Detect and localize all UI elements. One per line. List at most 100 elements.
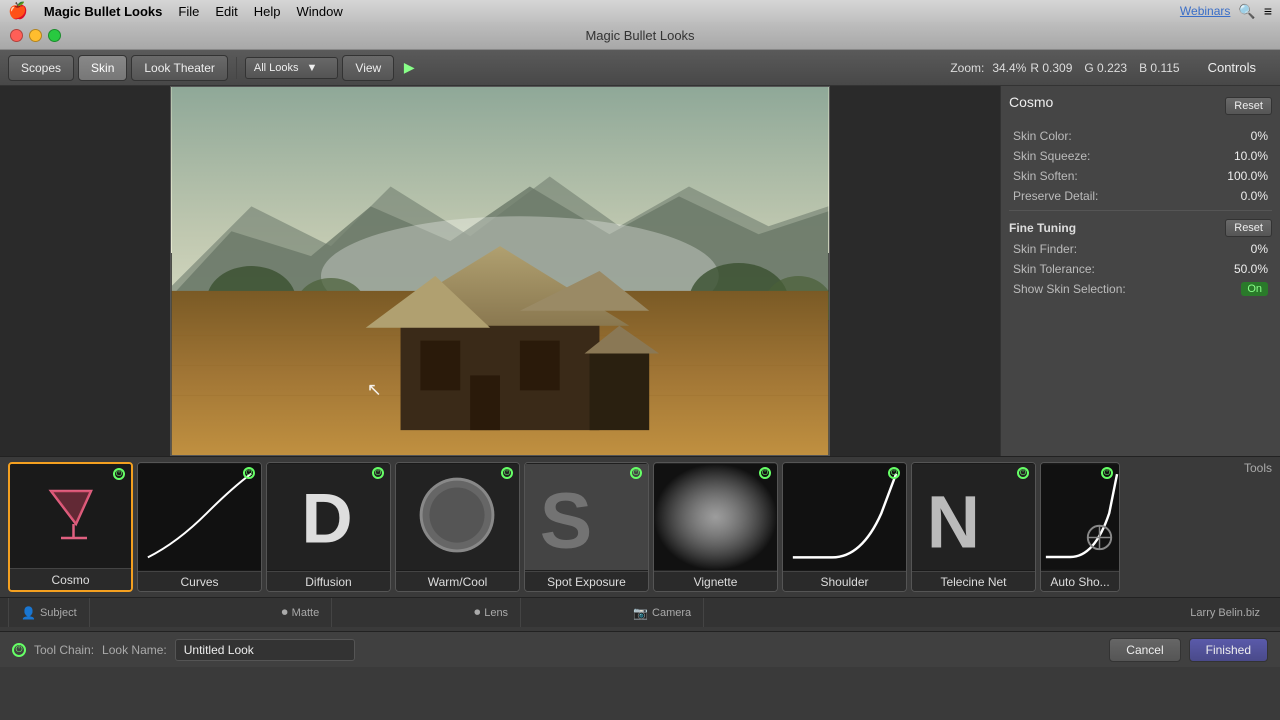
apple-menu[interactable]: 🍎: [8, 1, 28, 21]
effect-card-warm-cool[interactable]: ⏻ Warm/Cool: [395, 462, 520, 592]
help-menu[interactable]: Help: [254, 4, 281, 19]
show-skin-selection-value[interactable]: On: [1241, 282, 1268, 296]
fine-tuning-reset-button[interactable]: Reset: [1225, 219, 1272, 237]
spot-exposure-label: Spot Exposure: [525, 571, 648, 591]
cosmo-power[interactable]: ⏻: [113, 468, 125, 480]
skin-finder-label: Skin Finder:: [1013, 242, 1077, 256]
watermark-label: Larry Belin.biz: [1190, 607, 1260, 619]
r-value: R 0.309: [1030, 61, 1072, 75]
edit-menu[interactable]: Edit: [215, 4, 237, 19]
diffusion-label: Diffusion: [267, 571, 390, 591]
curves-thumbnail: [138, 463, 261, 571]
status-buttons: Cancel Finished: [1109, 638, 1268, 662]
effect-card-diffusion[interactable]: ⏻ D Diffusion: [266, 462, 391, 592]
skin-color-value: 0%: [1251, 129, 1268, 143]
fine-tuning-header: Fine Tuning Reset: [1009, 219, 1272, 237]
scopes-button[interactable]: Scopes: [8, 55, 74, 81]
color-info: R 0.309 G 0.223 B 0.115: [1030, 61, 1179, 75]
maximize-button[interactable]: [48, 29, 61, 42]
preserve-detail-row: Preserve Detail: 0.0%: [1009, 188, 1272, 204]
svg-text:S: S: [540, 477, 593, 565]
vignette-thumbnail: [654, 463, 777, 571]
zoom-label: Zoom:: [950, 61, 984, 75]
skin-soften-value: 100.0%: [1227, 169, 1268, 183]
controls-label: Controls: [1192, 60, 1272, 75]
camera-label: Camera: [652, 607, 691, 619]
skin-tolerance-row: Skin Tolerance: 50.0%: [1009, 261, 1272, 277]
skin-squeeze-row: Skin Squeeze: 10.0%: [1009, 148, 1272, 164]
look-name-input[interactable]: [175, 639, 355, 661]
minimize-button[interactable]: [29, 29, 42, 42]
spot-exposure-power[interactable]: ⏻: [630, 467, 642, 479]
warm-cool-label: Warm/Cool: [396, 571, 519, 591]
tool-chain-power[interactable]: ⏻: [12, 643, 26, 657]
skin-squeeze-label: Skin Squeeze:: [1013, 149, 1090, 163]
separator: [236, 57, 237, 79]
view-button[interactable]: View: [342, 55, 394, 81]
mountain-svg: ↖: [171, 87, 829, 455]
zoom-info: Zoom: 34.4%: [950, 61, 1026, 75]
show-skin-selection-row: Show Skin Selection: On: [1009, 281, 1272, 297]
menubar: 🍎 Magic Bullet Looks File Edit Help Wind…: [0, 0, 1280, 22]
matte-section: ⏺ Matte: [270, 598, 333, 627]
auto-sho-power[interactable]: ⏻: [1101, 467, 1113, 479]
menu-extras-icon: ≡: [1264, 3, 1272, 19]
skin-soften-row: Skin Soften: 100.0%: [1009, 168, 1272, 184]
shoulder-power[interactable]: ⏻: [888, 467, 900, 479]
finished-button[interactable]: Finished: [1189, 638, 1268, 662]
lens-icon: ⏺: [474, 605, 480, 620]
zoom-value: 34.4%: [992, 61, 1026, 75]
skin-button[interactable]: Skin: [78, 55, 127, 81]
cancel-button[interactable]: Cancel: [1109, 638, 1180, 662]
app-name: Magic Bullet Looks: [44, 4, 162, 19]
effect-card-cosmo[interactable]: ⏻ Cosmo: [8, 462, 133, 592]
effect-card-vignette[interactable]: ⏻ Vignette: [653, 462, 778, 592]
effect-card-curves[interactable]: ⏻ Curves: [137, 462, 262, 592]
all-looks-dropdown[interactable]: All Looks ▼: [245, 57, 339, 79]
svg-text:↖: ↖: [367, 379, 382, 399]
effect-card-auto-sho[interactable]: ⏻ Auto Sho...: [1040, 462, 1120, 592]
subject-label: Subject: [40, 607, 77, 619]
effect-card-shoulder[interactable]: ⏻ Shoulder: [782, 462, 907, 592]
svg-text:N: N: [927, 481, 980, 564]
labels-bar: 👤 Subject ⏺ Matte ⏺ Lens 📷 Camera Larry …: [0, 597, 1280, 627]
matte-label: Matte: [292, 607, 320, 619]
look-theater-button[interactable]: Look Theater: [131, 55, 228, 81]
play-button[interactable]: ▶: [398, 57, 420, 79]
skin-tolerance-label: Skin Tolerance:: [1013, 262, 1095, 276]
close-button[interactable]: [10, 29, 23, 42]
cosmo-thumbnail: [10, 464, 131, 568]
tool-chain-label: Tool Chain:: [34, 643, 94, 657]
skin-soften-label: Skin Soften:: [1013, 169, 1078, 183]
skin-color-row: Skin Color: 0%: [1009, 128, 1272, 144]
window-title: Magic Bullet Looks: [585, 28, 694, 43]
watermark-section: Larry Belin.biz: [1178, 598, 1272, 627]
status-bar: ⏻ Tool Chain: Look Name: Cancel Finished: [0, 631, 1280, 667]
shoulder-label: Shoulder: [783, 571, 906, 591]
search-icon[interactable]: 🔍: [1238, 3, 1255, 20]
effect-card-telecine-net[interactable]: ⏻ N Telecine Net: [911, 462, 1036, 592]
matte-icon: ⏺: [282, 605, 288, 620]
skin-finder-row: Skin Finder: 0%: [1009, 241, 1272, 257]
preview-image: ↖: [170, 86, 830, 456]
vignette-label: Vignette: [654, 571, 777, 591]
curves-power[interactable]: ⏻: [243, 467, 255, 479]
effect-card-spot-exposure[interactable]: ⏻ S Spot Exposure: [524, 462, 649, 592]
auto-sho-label: Auto Sho...: [1041, 571, 1119, 591]
window-menu[interactable]: Window: [297, 4, 343, 19]
reset-button[interactable]: Reset: [1225, 97, 1272, 115]
camera-section: 📷 Camera: [621, 598, 704, 627]
file-menu[interactable]: File: [178, 4, 199, 19]
g-value: G 0.223: [1084, 61, 1127, 75]
main-area: ↖ Cosmo Reset Skin Color: 0% Skin Squeez…: [0, 86, 1280, 456]
telecine-net-power[interactable]: ⏻: [1017, 467, 1029, 479]
b-value: B 0.115: [1139, 61, 1179, 75]
vignette-power[interactable]: ⏻: [759, 467, 771, 479]
diffusion-power[interactable]: ⏻: [372, 467, 384, 479]
right-panel: Cosmo Reset Skin Color: 0% Skin Squeeze:…: [1000, 86, 1280, 456]
telecine-net-label: Telecine Net: [912, 571, 1035, 591]
cosmo-label: Cosmo: [10, 568, 131, 590]
spot-exposure-thumbnail: S: [525, 463, 648, 571]
warm-cool-power[interactable]: ⏻: [501, 467, 513, 479]
webinars-link[interactable]: Webinars: [1180, 4, 1230, 18]
